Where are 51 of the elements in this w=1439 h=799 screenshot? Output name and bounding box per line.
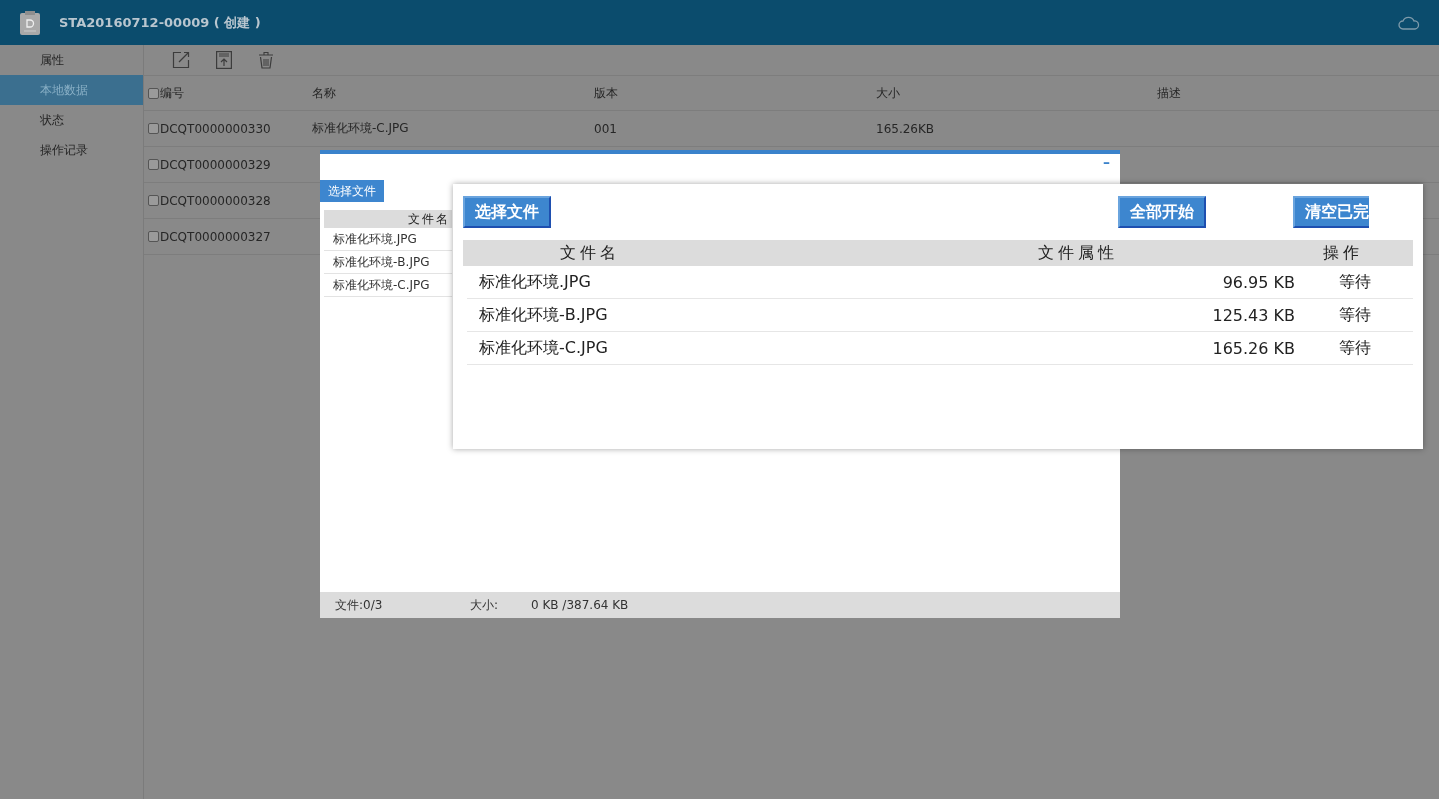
clear-completed-button[interactable]: 清空已完 <box>1293 196 1369 228</box>
status-text: 等待 <box>1339 271 1371 291</box>
file-name: 标准化环境-C.JPG <box>324 274 452 297</box>
table-cell: 165.26KB <box>876 121 935 136</box>
upload-icon[interactable] <box>216 51 232 69</box>
choose-file-button[interactable]: 选择文件 <box>463 196 551 228</box>
cloud-icon[interactable] <box>1398 15 1420 30</box>
table-cell: 标准化环境-C.JPG <box>312 120 409 137</box>
table-cell: DCQT0000000328 <box>160 193 271 208</box>
sidebar-item[interactable]: 本地数据 <box>0 75 143 105</box>
column-header: 文件属性 <box>1038 242 1118 262</box>
sidebar-item[interactable]: 属性 <box>0 45 143 75</box>
status-text: 等待 <box>1339 304 1371 324</box>
start-all-button[interactable]: 全部开始 <box>1118 196 1206 228</box>
file-size: 96.95 KB <box>1222 272 1295 292</box>
file-name: 标准化环境-C.JPG <box>479 337 608 357</box>
checkbox[interactable] <box>148 195 159 206</box>
file-name: 标准化环境.JPG <box>324 228 452 251</box>
file-size: 125.43 KB <box>1212 305 1295 325</box>
choose-file-button[interactable]: 选择文件 <box>320 180 384 202</box>
table-cell: DCQT0000000327 <box>160 229 271 244</box>
column-header: 名称 <box>312 84 336 102</box>
column-header: 文件名 <box>560 242 620 262</box>
minimize-button[interactable]: – <box>1103 154 1110 170</box>
document-icon <box>19 9 41 36</box>
size-label: 大小: <box>470 596 500 614</box>
table-cell: DCQT0000000329 <box>160 157 271 172</box>
column-header: 文件名 <box>408 212 450 226</box>
checkbox[interactable] <box>148 231 159 242</box>
status-text: 等待 <box>1339 337 1371 357</box>
table-cell: 001 <box>594 121 617 136</box>
checkbox[interactable] <box>148 159 159 170</box>
file-size: 165.26 KB <box>1212 338 1295 358</box>
trash-icon[interactable] <box>258 51 274 69</box>
sidebar-item[interactable]: 操作记录 <box>0 135 143 165</box>
column-header: 大小 <box>876 84 900 102</box>
file-name: 标准化环境-B.JPG <box>324 251 452 274</box>
file-name: 标准化环境.JPG <box>479 271 591 291</box>
file-name: 标准化环境-B.JPG <box>479 304 608 324</box>
sidebar-item[interactable]: 状态 <box>0 105 143 135</box>
table-cell: DCQT0000000330 <box>160 121 271 136</box>
size-total: 0 KB /387.64 KB <box>531 598 629 612</box>
column-header: 编号 <box>160 84 184 102</box>
file-count: 文件:0/3 <box>335 596 384 614</box>
column-header: 版本 <box>594 84 618 102</box>
edit-icon[interactable] <box>172 51 190 69</box>
column-header: 描述 <box>1157 84 1181 102</box>
checkbox[interactable] <box>148 123 159 134</box>
window-title: STA20160712-00009 ( 创建 ) <box>59 13 262 32</box>
checkbox[interactable] <box>148 87 159 99</box>
column-header: 操作 <box>1323 242 1363 262</box>
